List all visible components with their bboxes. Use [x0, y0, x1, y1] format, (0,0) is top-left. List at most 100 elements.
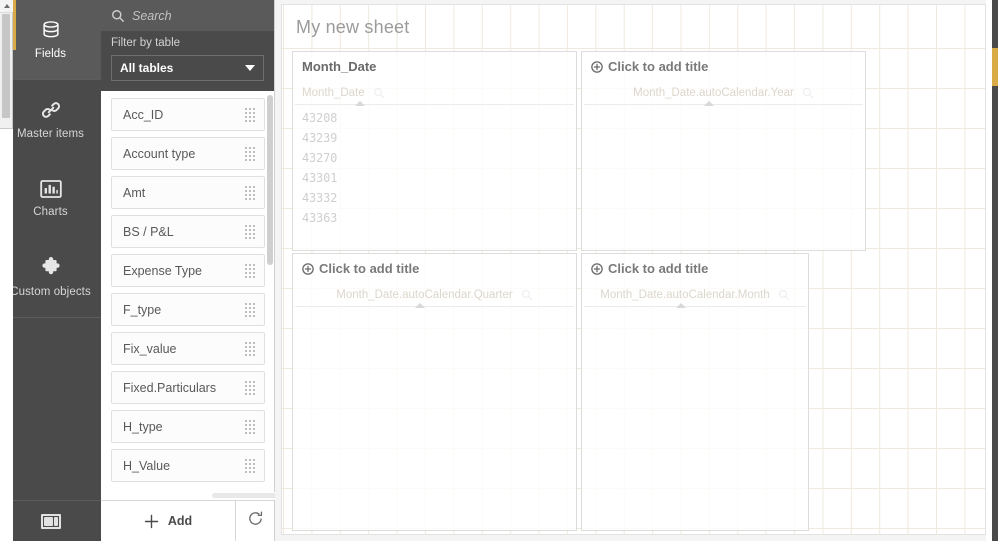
sheet-object-month[interactable]: Click to add title Month_Date.autoCalend…: [581, 253, 809, 531]
sidebar-item-master-items[interactable]: Master items: [0, 80, 101, 159]
field-item-label: Fix_value: [123, 341, 177, 356]
listbox-value[interactable]: 43332: [302, 188, 572, 208]
drag-grip-icon[interactable]: [245, 341, 255, 356]
asset-rail: Fields Master items Charts Custom object…: [0, 0, 101, 541]
drag-grip-icon[interactable]: [245, 224, 255, 239]
magnifier-icon[interactable]: [802, 87, 814, 99]
listbox-field-header[interactable]: Month_Date.autoCalendar.Month: [582, 283, 808, 307]
field-item[interactable]: Expense Type: [111, 254, 265, 287]
magnifier-icon[interactable]: [521, 289, 533, 301]
listbox-value[interactable]: 43270: [302, 148, 572, 168]
listbox-sort-caret-icon: [415, 303, 425, 308]
listbox-field-header[interactable]: Month_Date.autoCalendar.Quarter: [293, 283, 576, 307]
plus-circle-icon: [591, 60, 603, 73]
magnifier-icon[interactable]: [373, 87, 385, 99]
field-list-inner: Acc_ID Account type Amt BS / P&L Expense Typ…: [101, 98, 274, 482]
drag-grip-icon[interactable]: [245, 458, 255, 473]
field-item[interactable]: Account type: [111, 137, 265, 170]
right-accent-bar: [992, 48, 998, 86]
drag-grip-icon[interactable]: [245, 107, 255, 122]
collapse-panel-button[interactable]: [0, 500, 101, 541]
object-title-placeholder[interactable]: Click to add title: [293, 254, 576, 276]
bar-chart-icon: [39, 179, 62, 199]
listbox-sort-caret-icon: [355, 101, 365, 106]
listbox-divider: [295, 306, 574, 307]
listbox-field-label: Month_Date.autoCalendar.Quarter: [336, 289, 513, 301]
drag-grip-icon[interactable]: [245, 185, 255, 200]
listbox-divider: [584, 104, 863, 105]
puzzle-piece-icon: [40, 257, 62, 279]
listbox-value[interactable]: 43239: [302, 128, 572, 148]
search-bar[interactable]: [101, 0, 274, 31]
collapse-panel-icon: [40, 513, 61, 529]
listbox-value[interactable]: 43363: [302, 208, 572, 228]
listbox-sort-caret-icon: [676, 303, 686, 308]
drag-grip-icon[interactable]: [245, 380, 255, 395]
sheet[interactable]: My new sheet Month_Date Month_Date 43208…: [281, 4, 986, 535]
object-title[interactable]: Month_Date: [293, 52, 576, 74]
field-item[interactable]: Acc_ID: [111, 98, 265, 131]
listbox-field-label: Month_Date.autoCalendar.Year: [633, 87, 794, 99]
field-item[interactable]: Amt: [111, 176, 265, 209]
field-list-scrollbar[interactable]: [267, 95, 273, 495]
listbox-field-header[interactable]: Month_Date.autoCalendar.Year: [582, 81, 865, 105]
drag-grip-icon[interactable]: [245, 263, 255, 278]
search-icon: [111, 9, 125, 23]
sheet-object-year[interactable]: Click to add title Month_Date.autoCalend…: [581, 51, 866, 251]
field-item-label: F_type: [123, 302, 162, 317]
listbox-sort-caret-icon: [704, 101, 714, 106]
plus-circle-icon: [591, 262, 603, 275]
magnifier-icon[interactable]: [778, 289, 790, 301]
field-item[interactable]: H_Value: [111, 449, 265, 482]
page-title[interactable]: My new sheet: [296, 17, 409, 38]
plus-icon: [144, 514, 159, 529]
field-list-scroll-thumb[interactable]: [267, 95, 273, 265]
field-item-label: Account type: [123, 146, 196, 161]
table-filter-value: All tables: [120, 61, 174, 75]
object-title-text: Click to add title: [319, 261, 420, 276]
field-item[interactable]: BS / P&L: [111, 215, 265, 248]
field-item-label: Amt: [123, 185, 146, 200]
field-item[interactable]: Fixed.Particulars: [111, 371, 265, 404]
listbox-value[interactable]: 43301: [302, 168, 572, 188]
field-list[interactable]: Acc_ID Account type Amt BS / P&L Expense Typ…: [101, 91, 274, 500]
add-button[interactable]: Add: [101, 501, 236, 541]
field-item[interactable]: H_type: [111, 410, 265, 443]
sidebar-item-label: Master items: [16, 128, 85, 140]
scrollbar-thumb[interactable]: [2, 14, 10, 118]
left-accent-bar: [13, 0, 16, 50]
reload-icon: [247, 510, 264, 532]
link-icon: [40, 99, 62, 121]
plus-circle-icon: [302, 262, 314, 275]
filter-by-table-label: Filter by table: [111, 37, 181, 49]
search-input[interactable]: [132, 8, 252, 23]
listbox-divider: [295, 104, 574, 105]
outer-vertical-scrollbar[interactable]: [0, 0, 13, 129]
rail-divider: [0, 317, 101, 318]
field-item[interactable]: F_type: [111, 293, 265, 326]
chevron-down-icon: [245, 65, 255, 71]
drag-grip-icon[interactable]: [245, 146, 255, 161]
scrollbar-up-arrow[interactable]: [0, 0, 13, 13]
listbox-value[interactable]: 43208: [302, 108, 572, 128]
sidebar-item-custom-objects[interactable]: Custom objects: [0, 238, 101, 317]
sidebar-item-label: Fields: [34, 48, 67, 60]
field-item[interactable]: Fix_value: [111, 332, 265, 365]
field-item-label: Expense Type: [123, 263, 202, 278]
reload-button[interactable]: [236, 501, 274, 541]
sidebar-item-charts[interactable]: Charts: [0, 159, 101, 238]
field-item-label: Acc_ID: [123, 107, 164, 122]
object-title-placeholder[interactable]: Click to add title: [582, 52, 865, 74]
fields-panel: Filter by table All tables Acc_ID Account…: [101, 0, 376, 541]
table-filter-select[interactable]: All tables: [111, 55, 264, 81]
left-filler: [0, 129, 13, 541]
listbox-field-header[interactable]: Month_Date: [293, 81, 576, 105]
object-title-text: Click to add title: [608, 59, 709, 74]
drag-grip-icon[interactable]: [245, 419, 255, 434]
listbox-values[interactable]: 43208 43239 43270 43301 43332 43363: [302, 108, 572, 228]
object-title-placeholder[interactable]: Click to add title: [582, 254, 808, 276]
sheet-object-quarter[interactable]: Click to add title Month_Date.autoCalend…: [292, 253, 577, 531]
sheet-object-month-date[interactable]: Month_Date Month_Date 43208 43239 43270 433…: [292, 51, 577, 251]
database-icon: [40, 19, 62, 41]
drag-grip-icon[interactable]: [245, 302, 255, 317]
